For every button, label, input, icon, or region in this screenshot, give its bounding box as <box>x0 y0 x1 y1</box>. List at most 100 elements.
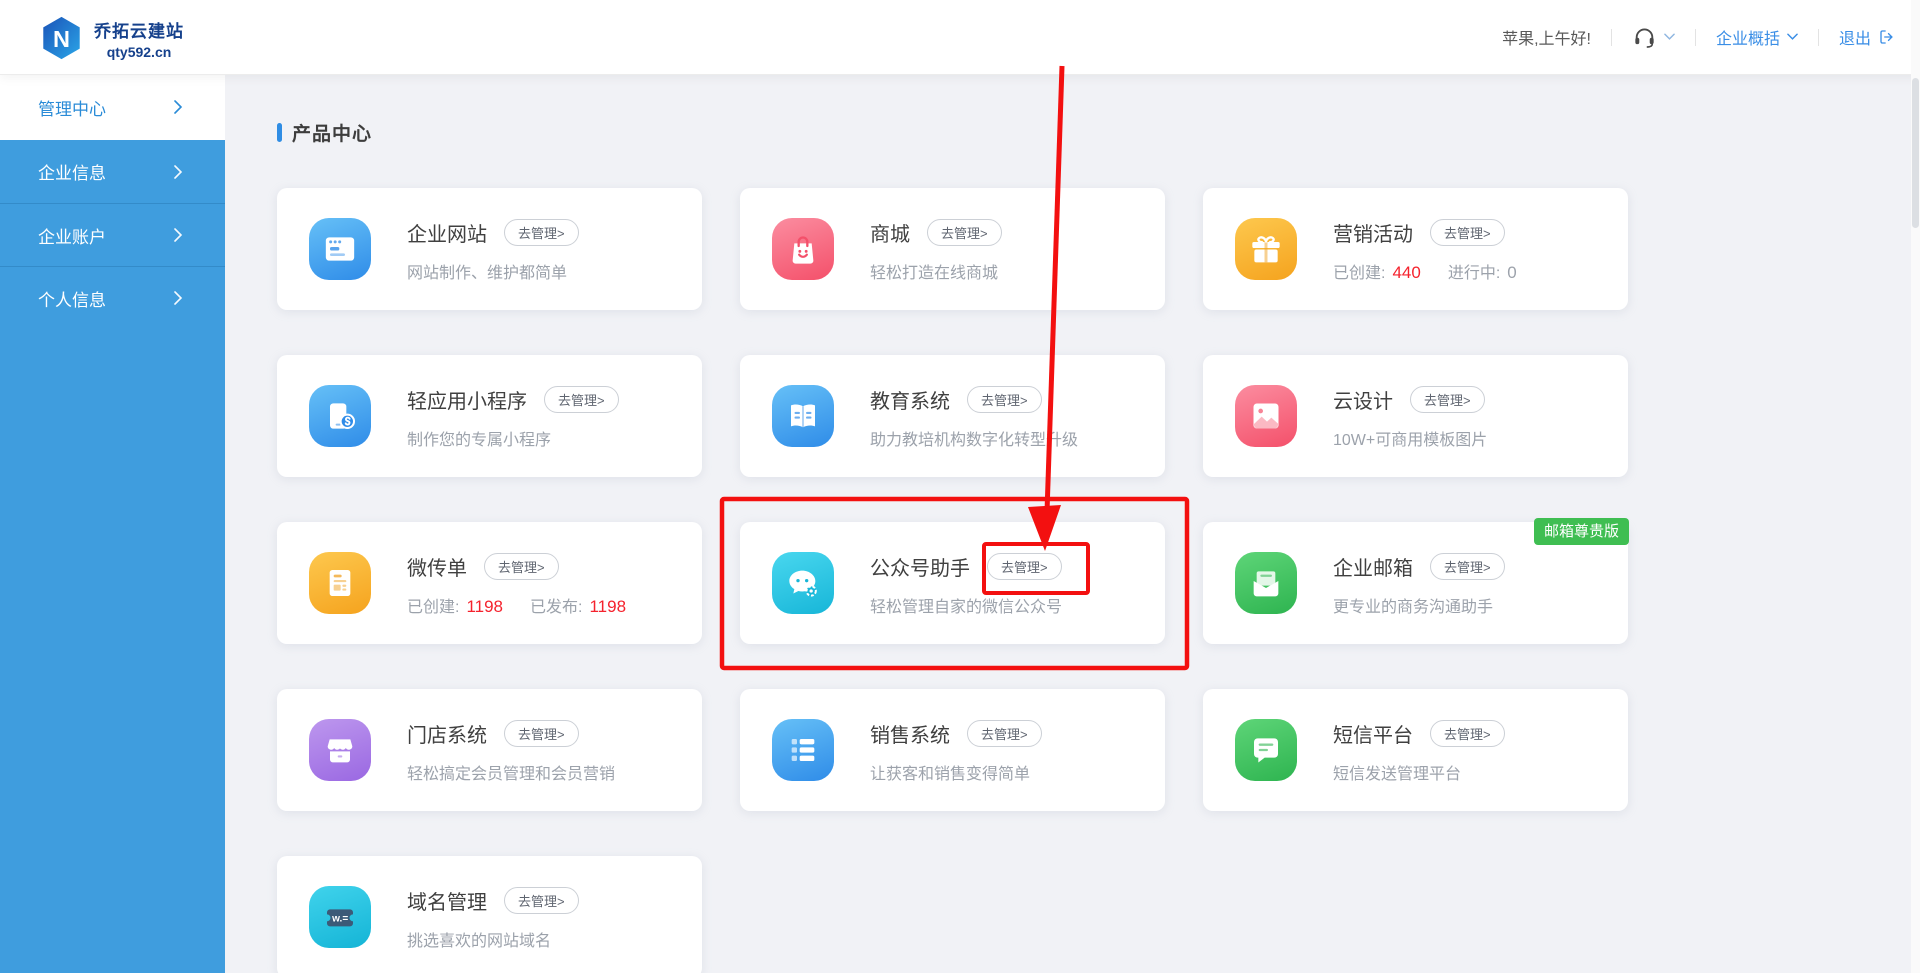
support-menu[interactable] <box>1632 25 1675 50</box>
premium-badge: 邮箱尊贵版 <box>1534 518 1629 545</box>
sidebar-item-personal-info[interactable]: 个人信息 <box>0 266 225 329</box>
chevron-down-icon <box>1664 33 1675 41</box>
title-accent-bar <box>277 123 282 142</box>
product-desc: 轻松打造在线商城 <box>870 259 1002 283</box>
sidebar-item-enterprise-info[interactable]: 企业信息 <box>0 140 225 203</box>
sidebar-item-management-center[interactable]: 管理中心 <box>0 74 225 140</box>
product-stats: 已创建:440进行中:0 <box>1333 259 1544 283</box>
svg-text:N: N <box>53 26 70 52</box>
chevron-right-icon <box>173 100 183 114</box>
product-title: 微传单 <box>407 552 467 581</box>
brand-logo-icon: N <box>38 13 85 63</box>
logout-button[interactable]: 退出 <box>1839 25 1896 49</box>
manage-button-education[interactable]: 去管理> <box>967 386 1042 413</box>
product-card-wechat-assistant[interactable]: 公众号助手去管理> 轻松管理自家的微信公众号 <box>740 522 1165 644</box>
product-desc: 更专业的商务沟通助手 <box>1333 593 1505 617</box>
enterprise-overview-label: 企业概括 <box>1716 25 1780 49</box>
product-desc: 助力教培机构数字化转型升级 <box>870 426 1078 450</box>
store-icon <box>309 719 371 781</box>
logout-label: 退出 <box>1839 25 1871 49</box>
divider <box>1818 29 1819 46</box>
sidebar-item-label: 企业账户 <box>38 223 106 248</box>
product-title: 企业网站 <box>407 218 487 247</box>
brand-name: 乔拓云建站 <box>94 17 184 42</box>
product-card-design[interactable]: 云设计去管理>10W+可商用模板图片 <box>1203 355 1628 477</box>
scrollbar-track[interactable] <box>1911 0 1920 973</box>
product-title: 轻应用小程序 <box>407 385 527 414</box>
product-card-mail[interactable]: 邮箱尊贵版企业邮箱去管理>更专业的商务沟通助手 <box>1203 522 1628 644</box>
divider <box>1695 29 1696 46</box>
main-content: 产品中心 企业网站去管理>网站制作、维护都简单商城去管理>轻松打造在线商城营销活… <box>225 74 1920 973</box>
manage-button-mail[interactable]: 去管理> <box>1430 553 1505 580</box>
manage-button-design[interactable]: 去管理> <box>1410 386 1485 413</box>
manage-button-wechat-assistant[interactable]: 去管理> <box>987 553 1062 580</box>
chevron-right-icon <box>173 165 183 179</box>
page-title-text: 产品中心 <box>292 119 372 146</box>
product-card-sales[interactable]: 销售系统去管理> 让获客和销售变得简单 <box>740 689 1165 811</box>
product-title: 营销活动 <box>1333 218 1413 247</box>
product-title: 云设计 <box>1333 385 1393 414</box>
manage-button-marketing[interactable]: 去管理> <box>1430 219 1505 246</box>
manage-button-mall[interactable]: 去管理> <box>927 219 1002 246</box>
product-card-flyer[interactable]: 微传单去管理> 已创建:1198已发布:1198 <box>277 522 702 644</box>
sidebar: 管理中心 企业信息 企业账户 个人信息 <box>0 74 225 973</box>
product-desc: 网站制作、维护都简单 <box>407 259 579 283</box>
product-card-education[interactable]: 教育系统去管理> 助力教培机构数字化转型升级 <box>740 355 1165 477</box>
product-title: 短信平台 <box>1333 719 1413 748</box>
headset-icon <box>1632 25 1657 50</box>
product-stats: 已创建:1198已发布:1198 <box>407 593 653 617</box>
header: N 乔拓云建站 qty592.cn 苹果,上午好! <box>0 0 1920 74</box>
gift-icon <box>1235 218 1297 280</box>
product-title: 公众号助手 <box>870 552 970 581</box>
brand-logo[interactable]: N 乔拓云建站 qty592.cn <box>38 13 184 63</box>
manage-button-sales[interactable]: 去管理> <box>967 720 1042 747</box>
logout-icon <box>1878 28 1896 46</box>
page-title: 产品中心 <box>277 120 1920 144</box>
product-card-domain[interactable]: w.= 域名管理去管理> 挑选喜欢的网站域名 <box>277 856 702 973</box>
product-title: 销售系统 <box>870 719 950 748</box>
svg-text:w.=: w.= <box>331 914 348 925</box>
mall-icon <box>772 218 834 280</box>
product-card-miniprogram[interactable]: 轻应用小程序去管理>制作您的专属小程序 <box>277 355 702 477</box>
design-icon <box>1235 385 1297 447</box>
product-card-store[interactable]: 门店系统去管理>轻松搞定会员管理和会员营销 <box>277 689 702 811</box>
education-icon <box>772 385 834 447</box>
sidebar-item-enterprise-account[interactable]: 企业账户 <box>0 203 225 266</box>
manage-button-flyer[interactable]: 去管理> <box>484 553 559 580</box>
user-greeting: 苹果,上午好! <box>1502 25 1591 49</box>
app-root: N 乔拓云建站 qty592.cn 苹果,上午好! <box>0 0 1920 973</box>
miniprogram-icon <box>309 385 371 447</box>
manage-button-domain[interactable]: 去管理> <box>504 887 579 914</box>
product-card-marketing[interactable]: 营销活动去管理> 已创建:440进行中:0 <box>1203 188 1628 310</box>
product-title: 域名管理 <box>407 886 487 915</box>
enterprise-overview-menu[interactable]: 企业概括 <box>1716 25 1798 49</box>
product-card-sms[interactable]: 短信平台去管理> 短信发送管理平台 <box>1203 689 1628 811</box>
wechat-icon <box>772 552 834 614</box>
sidebar-item-label: 管理中心 <box>38 95 106 120</box>
flyer-icon <box>309 552 371 614</box>
product-card-website[interactable]: 企业网站去管理> 网站制作、维护都简单 <box>277 188 702 310</box>
product-card-grid: 企业网站去管理>网站制作、维护都简单商城去管理>轻松打造在线商城营销活动去管理>… <box>277 188 1920 973</box>
chevron-right-icon <box>173 228 183 242</box>
product-title: 教育系统 <box>870 385 950 414</box>
brand-domain: qty592.cn <box>94 44 184 60</box>
product-desc: 让获客和销售变得简单 <box>870 760 1042 784</box>
chevron-right-icon <box>173 291 183 305</box>
sidebar-item-label: 企业信息 <box>38 159 106 184</box>
product-desc: 短信发送管理平台 <box>1333 760 1505 784</box>
manage-button-store[interactable]: 去管理> <box>504 720 579 747</box>
manage-button-miniprogram[interactable]: 去管理> <box>544 386 619 413</box>
scrollbar-thumb[interactable] <box>1912 78 1919 228</box>
product-card-mall[interactable]: 商城去管理>轻松打造在线商城 <box>740 188 1165 310</box>
product-title: 门店系统 <box>407 719 487 748</box>
sales-icon <box>772 719 834 781</box>
manage-button-sms[interactable]: 去管理> <box>1430 720 1505 747</box>
domain-icon: w.= <box>309 886 371 948</box>
manage-button-website[interactable]: 去管理> <box>504 219 579 246</box>
product-title: 企业邮箱 <box>1333 552 1413 581</box>
product-desc: 挑选喜欢的网站域名 <box>407 927 579 951</box>
product-desc: 轻松管理自家的微信公众号 <box>870 593 1062 617</box>
header-right: 苹果,上午好! 企业概括 <box>1502 0 1896 74</box>
sms-icon <box>1235 719 1297 781</box>
website-icon <box>309 218 371 280</box>
